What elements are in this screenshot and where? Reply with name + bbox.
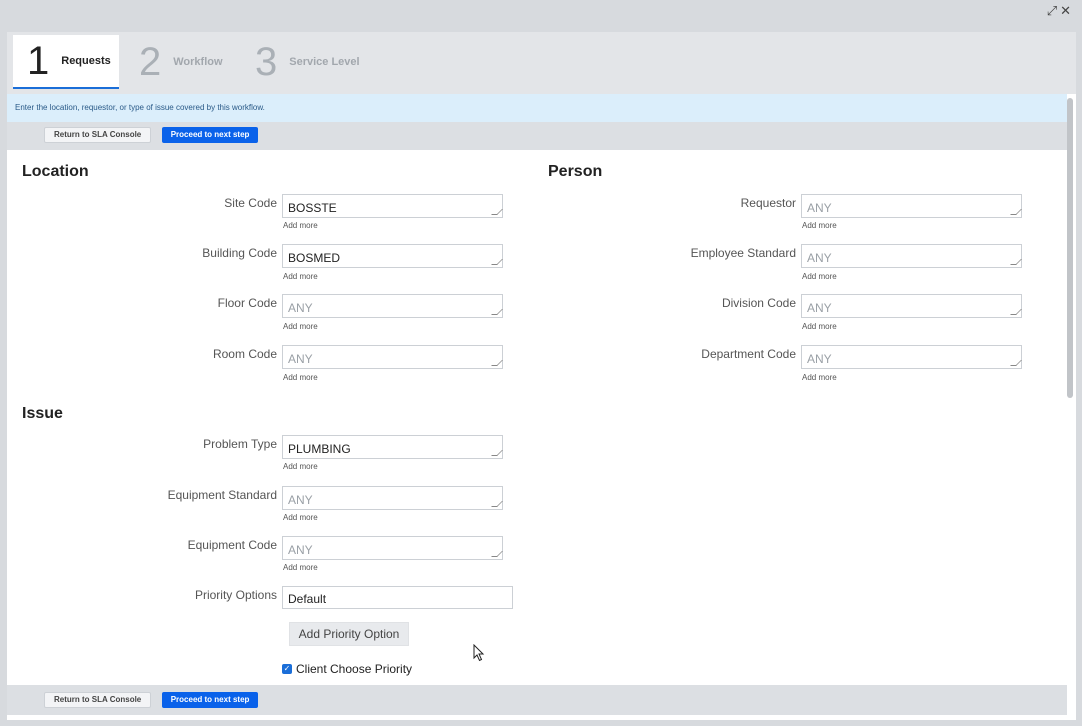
person-heading: Person [548,163,603,180]
site-code-field[interactable]: BOSSTE [282,194,503,218]
mouse-cursor-icon [473,644,485,662]
building-code-add-more-link[interactable]: Add more [283,272,318,281]
client-choose-priority-label: Client Choose Priority [296,662,413,676]
room-code-field[interactable]: ANY [282,345,503,369]
floor-code-field[interactable]: ANY [282,294,503,318]
client-choose-priority-checkbox[interactable]: ✓ Client Choose Priority [282,662,412,676]
sla-wizard-dialog: 1 Requests 2 Workflow 3 Service Level En… [7,32,1076,720]
resize-handle-icon[interactable] [1010,259,1022,265]
resize-handle-icon[interactable] [491,450,503,456]
resize-handle-icon[interactable] [491,360,503,366]
step-number: 3 [255,40,278,84]
room-code-value: ANY [288,352,313,366]
department-code-field[interactable]: ANY [801,345,1022,369]
step-label: Service Level [289,56,360,68]
equipment-standard-field[interactable]: ANY [282,486,503,510]
proceed-to-next-step-button[interactable]: Proceed to next step [161,127,259,143]
division-code-add-more-link[interactable]: Add more [802,322,837,331]
top-button-bar: Return to SLA Console Proceed to next st… [7,122,1067,150]
department-code-value: ANY [807,352,832,366]
step-number: 2 [139,40,162,84]
priority-options-label: Priority Options [194,588,277,602]
equipment-standard-value: ANY [288,493,313,507]
scrollbar-thumb[interactable] [1067,98,1073,398]
close-icon[interactable]: ✕ [1060,3,1074,18]
step-label: Workflow [173,56,223,68]
requestor-add-more-link[interactable]: Add more [802,221,837,230]
division-code-field[interactable]: ANY [801,294,1022,318]
resize-handle-icon[interactable] [1010,209,1022,215]
resize-handle-icon[interactable] [491,309,503,315]
equipment-code-value: ANY [288,543,313,557]
employee-standard-add-more-link[interactable]: Add more [802,272,837,281]
resize-handle-icon[interactable] [491,209,503,215]
resize-handle-icon[interactable] [1010,309,1022,315]
employee-standard-value: ANY [807,251,832,265]
location-heading: Location [22,163,89,180]
issue-heading: Issue [22,405,63,422]
resize-handle-icon[interactable] [491,259,503,265]
site-code-add-more-link[interactable]: Add more [283,221,318,230]
equipment-standard-label: Equipment Standard [167,488,277,502]
requestor-field[interactable]: ANY [801,194,1022,218]
add-priority-option-button[interactable]: Add Priority Option [289,622,409,646]
resize-handle-icon[interactable] [491,501,503,507]
problem-type-label: Problem Type [203,437,277,451]
room-code-label: Room Code [212,347,277,361]
employee-standard-field[interactable]: ANY [801,244,1022,268]
priority-options-value: Default [288,592,327,606]
department-code-add-more-link[interactable]: Add more [802,373,837,382]
problem-type-field[interactable]: PLUMBING [282,435,503,459]
resize-handle-icon[interactable] [1010,360,1022,366]
equipment-code-label: Equipment Code [187,538,277,552]
requestor-label: Requestor [740,196,796,210]
expand-icon[interactable]: ⤢ [1047,3,1060,18]
step-number: 1 [27,39,50,83]
window-titlebar: ⤢✕ [0,0,1082,27]
department-code-label: Department Code [701,347,796,361]
employee-standard-label: Employee Standard [690,246,796,260]
equipment-code-field[interactable]: ANY [282,536,503,560]
floor-code-value: ANY [288,301,313,315]
room-code-add-more-link[interactable]: Add more [283,373,318,382]
problem-type-value: PLUMBING [288,442,351,456]
building-code-field[interactable]: BOSMED [282,244,503,268]
problem-type-add-more-link[interactable]: Add more [283,462,318,471]
vertical-scrollbar[interactable] [1067,98,1073,684]
tab-requests[interactable]: 1 Requests [13,35,119,89]
priority-options-field[interactable]: Default [282,586,513,609]
window-controls: ⤢✕ [1047,3,1074,19]
return-to-sla-console-button[interactable]: Return to SLA Console [44,127,152,143]
resize-handle-icon[interactable] [491,551,503,557]
return-to-sla-console-button[interactable]: Return to SLA Console [44,692,152,708]
site-code-label: Site Code [224,196,277,210]
bottom-button-bar: Return to SLA Console Proceed to next st… [7,685,1067,715]
wizard-steps: 1 Requests 2 Workflow 3 Service Level [7,32,1076,94]
building-code-value: BOSMED [288,251,341,265]
division-code-value: ANY [807,301,832,315]
floor-code-add-more-link[interactable]: Add more [283,322,318,331]
info-message: Enter the location, requestor, or type o… [7,94,1067,122]
tab-workflow[interactable]: 2 Workflow [139,35,223,89]
requestor-value: ANY [807,201,832,215]
proceed-to-next-step-button[interactable]: Proceed to next step [161,692,259,708]
equipment-standard-add-more-link[interactable]: Add more [283,513,318,522]
equipment-code-add-more-link[interactable]: Add more [283,563,318,572]
tab-service-level[interactable]: 3 Service Level [255,35,360,89]
step-label: Requests [61,55,111,67]
division-code-label: Division Code [721,296,796,310]
floor-code-label: Floor Code [217,296,277,310]
site-code-value: BOSSTE [288,201,337,215]
checkbox-checked-icon[interactable]: ✓ [282,664,292,674]
building-code-label: Building Code [202,246,277,260]
